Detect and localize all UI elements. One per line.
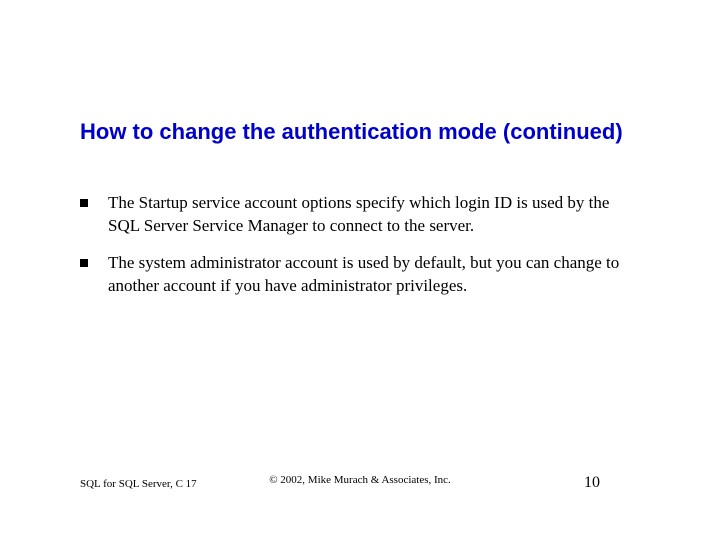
list-item: The Startup service account options spec…	[80, 192, 640, 238]
bullet-text: The system administrator account is used…	[108, 252, 640, 298]
list-item: The system administrator account is used…	[80, 252, 640, 298]
slide: How to change the authentication mode (c…	[0, 0, 720, 540]
slide-footer: SQL for SQL Server, C 17 © 2002, Mike Mu…	[80, 474, 640, 492]
bullet-icon	[80, 199, 88, 207]
bullet-list: The Startup service account options spec…	[80, 192, 640, 312]
slide-title: How to change the authentication mode (c…	[80, 118, 640, 146]
bullet-text: The Startup service account options spec…	[108, 192, 640, 238]
footer-center: © 2002, Mike Murach & Associates, Inc.	[80, 474, 640, 486]
footer-page-number: 10	[584, 474, 600, 492]
bullet-icon	[80, 259, 88, 267]
